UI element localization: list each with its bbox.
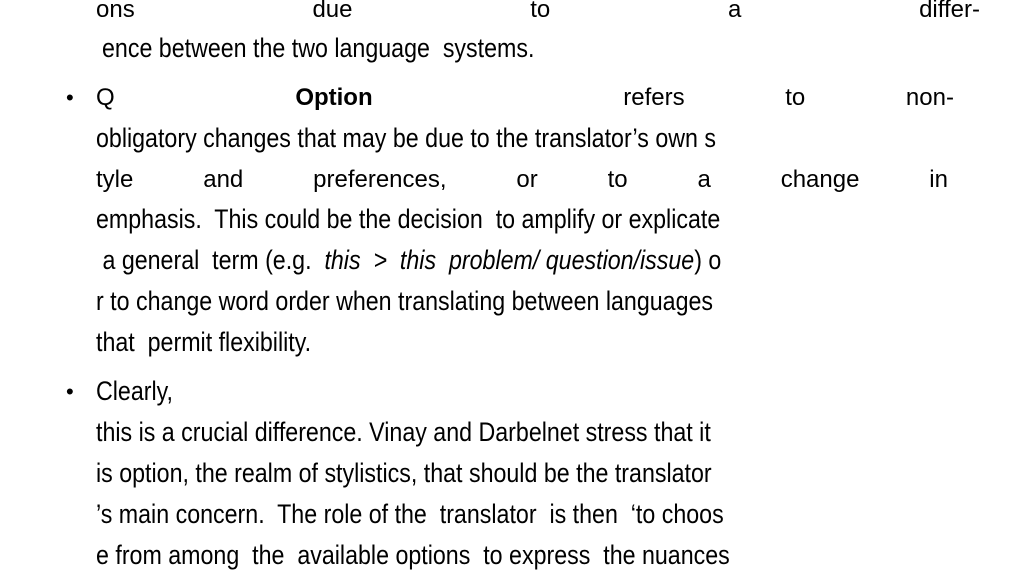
text: is option, the realm of stylistics, that… bbox=[96, 458, 712, 488]
bullet-icon: • bbox=[66, 379, 74, 404]
text-line: e from among the available options to ex… bbox=[96, 535, 944, 576]
text: a general term (e.g. this > this problem… bbox=[96, 240, 721, 281]
text-line: r to change word order when translating … bbox=[96, 281, 944, 322]
text-line: ons due to a differ- bbox=[96, 0, 980, 30]
text-line: obligatory changes that may be due to th… bbox=[96, 118, 944, 159]
text: this is a crucial difference. Vinay and … bbox=[96, 417, 711, 447]
text: e from among the available options to ex… bbox=[96, 540, 730, 570]
text: that permit flexibility. bbox=[96, 327, 312, 357]
text-line: Clearly, bbox=[96, 371, 944, 412]
word: preferences, bbox=[313, 166, 447, 193]
word: change bbox=[780, 166, 860, 193]
word: due bbox=[312, 0, 353, 23]
bullet-icon: • bbox=[66, 85, 74, 110]
word: differ- bbox=[919, 0, 980, 23]
word: refers bbox=[623, 84, 685, 111]
text-line: emphasis. This could be the decision to … bbox=[96, 199, 944, 240]
word: ons bbox=[96, 0, 135, 23]
justified-line: ons due to a differ- bbox=[96, 0, 980, 30]
italic-example: this > this problem/ question/issue bbox=[324, 245, 695, 275]
text-segment: a general term (e.g. bbox=[96, 245, 325, 275]
text: ence between the two language systems. bbox=[102, 33, 535, 63]
word: or bbox=[516, 166, 538, 193]
text-line: a general term (e.g. this > this problem… bbox=[96, 240, 944, 281]
text-line: ’s main concern. The role of the transla… bbox=[96, 494, 944, 535]
word: a bbox=[697, 166, 711, 193]
bold-term: Option bbox=[295, 84, 373, 111]
text-segment: ) o bbox=[694, 245, 722, 275]
text-line: ence between the two language systems. bbox=[96, 28, 944, 69]
word: in bbox=[929, 166, 948, 193]
text: ’s main concern. The role of the transla… bbox=[96, 499, 724, 529]
word: to bbox=[607, 166, 628, 193]
justified-line: Q Option refers to non- bbox=[96, 77, 954, 118]
text-line: this is a crucial difference. Vinay and … bbox=[96, 412, 944, 453]
word: Q bbox=[96, 84, 115, 111]
word: to bbox=[785, 84, 806, 111]
slide: ons due to a differ- ence between the tw… bbox=[0, 0, 1024, 576]
text: Clearly, bbox=[96, 376, 173, 406]
word: non- bbox=[905, 84, 954, 111]
text-line: tyle and preferences, or to a change in bbox=[96, 159, 948, 200]
word: a bbox=[727, 0, 742, 23]
word: to bbox=[530, 0, 551, 23]
word: tyle bbox=[96, 166, 134, 193]
justified-line: tyle and preferences, or to a change in bbox=[96, 159, 948, 200]
word: and bbox=[203, 166, 244, 193]
text: r to change word order when translating … bbox=[96, 286, 714, 316]
text: emphasis. This could be the decision to … bbox=[96, 204, 721, 234]
text: obligatory changes that may be due to th… bbox=[96, 123, 717, 153]
text-line: Q Option refers to non- bbox=[96, 77, 954, 118]
text-line: that permit flexibility. bbox=[96, 322, 944, 363]
text-line: is option, the realm of stylistics, that… bbox=[96, 453, 944, 494]
